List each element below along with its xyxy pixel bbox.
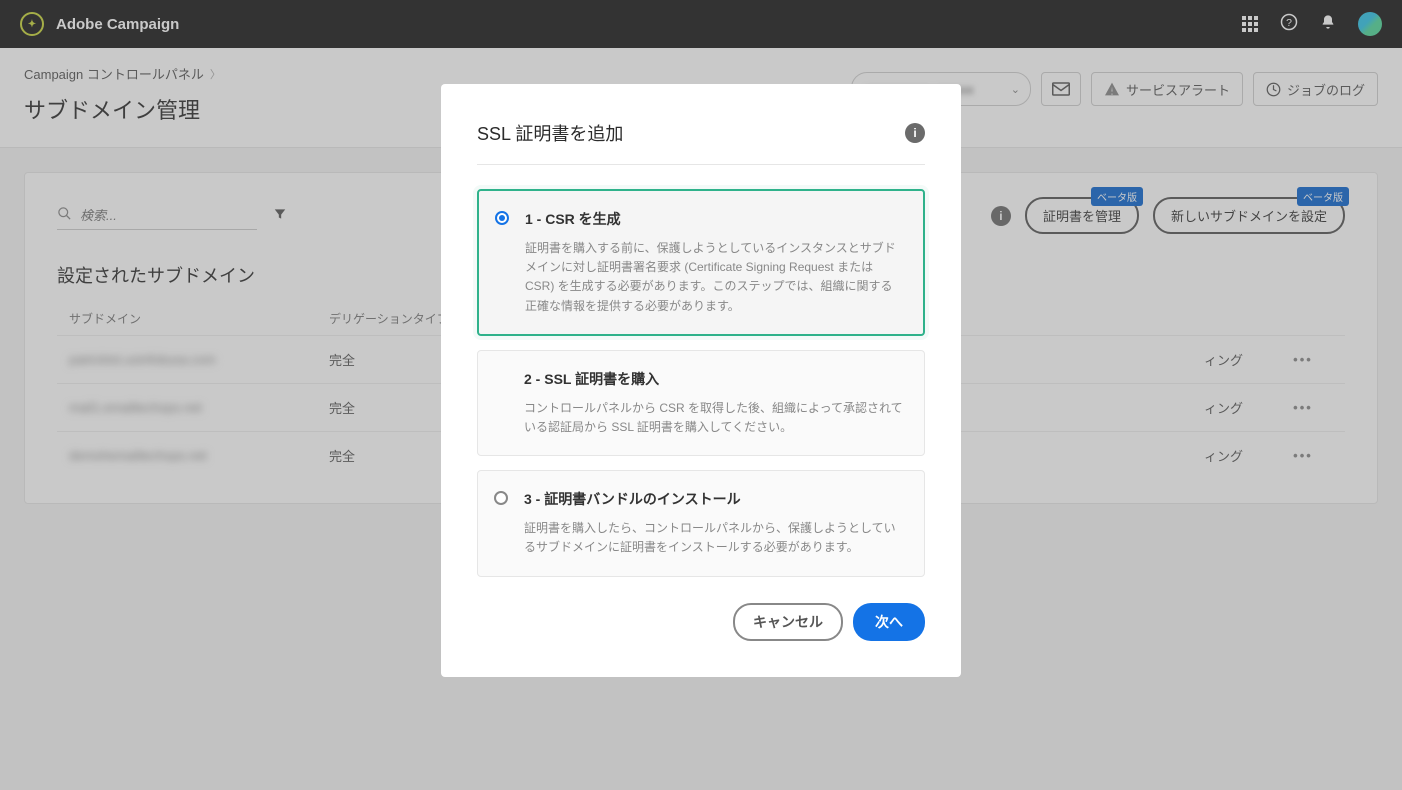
modal-overlay: SSL 証明書を追加 i 1 - CSR を生成 証明書を購入する前に、保護しよ… (0, 0, 1402, 790)
info-icon[interactable]: i (905, 123, 925, 143)
step-desc: 証明書を購入する前に、保護しようとしているインスタンスとサブドメインに対し証明書… (525, 239, 903, 316)
ssl-modal: SSL 証明書を追加 i 1 - CSR を生成 証明書を購入する前に、保護しよ… (441, 84, 961, 677)
step-purchase-ssl[interactable]: 2 - SSL 証明書を購入 コントロールパネルから CSR を取得した後、組織… (477, 350, 925, 456)
cancel-button[interactable]: キャンセル (733, 603, 843, 641)
modal-title: SSL 証明書を追加 (477, 120, 623, 146)
step-desc: 証明書を購入したら、コントロールパネルから、保護しようとしているサブドメインに証… (524, 519, 904, 557)
radio-icon (494, 491, 508, 505)
step-desc: コントロールパネルから CSR を取得した後、組織によって承認されている認証局か… (524, 399, 904, 437)
step-generate-csr[interactable]: 1 - CSR を生成 証明書を購入する前に、保護しようとしているインスタンスと… (477, 189, 925, 336)
step-install-bundle[interactable]: 3 - 証明書バンドルのインストール 証明書を購入したら、コントロールパネルから… (477, 470, 925, 576)
radio-icon (495, 211, 509, 225)
step-title: 3 - 証明書バンドルのインストール (524, 489, 904, 509)
step-title: 2 - SSL 証明書を購入 (524, 369, 904, 389)
next-button[interactable]: 次へ (853, 603, 925, 641)
step-title: 1 - CSR を生成 (525, 209, 903, 229)
